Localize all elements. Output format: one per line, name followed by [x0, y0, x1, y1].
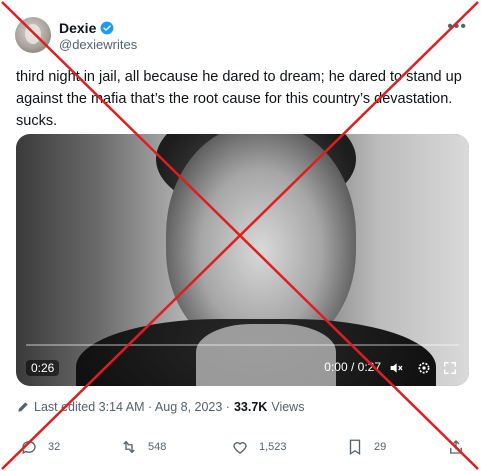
retweet-icon — [123, 440, 135, 454]
share-icon — [450, 440, 462, 454]
settings-icon[interactable] — [415, 360, 433, 376]
tweet-meta: Last edited 3:14 AM · Aug 8, 2023 · 33.7… — [16, 400, 304, 414]
bookmark-button[interactable]: 29 — [346, 438, 386, 456]
reply-button[interactable]: 32 — [20, 438, 60, 456]
video-player[interactable]: 0:26 0:00 / 0:27 — [16, 134, 469, 386]
author-handle[interactable]: @dexiewrites — [59, 37, 137, 52]
like-button[interactable]: 1,523 — [231, 438, 287, 456]
retweet-count: 548 — [148, 441, 167, 453]
verified-badge-icon — [100, 21, 114, 35]
bookmark-icon — [349, 439, 361, 456]
like-icon — [233, 442, 247, 454]
bookmark-count: 29 — [374, 441, 387, 453]
reply-icon — [22, 441, 36, 454]
like-count: 1,523 — [259, 441, 287, 453]
video-progress-bar[interactable] — [26, 344, 459, 346]
action-bar: 32 548 1,523 29 — [0, 438, 481, 462]
reply-count: 32 — [48, 441, 61, 453]
retweet-button[interactable]: 548 — [120, 438, 166, 456]
edited-label[interactable]: Last edited 3:14 AM · Aug 8, 2023 · — [34, 400, 230, 414]
tweet-card: Dexie @dexiewrites ••• third night in ja… — [0, 0, 481, 471]
author-name[interactable]: Dexie — [59, 20, 96, 36]
views-count: 33.7K — [233, 400, 268, 414]
avatar[interactable] — [15, 17, 51, 53]
pencil-icon — [18, 402, 28, 412]
more-icon[interactable]: ••• — [447, 18, 467, 36]
mute-icon[interactable] — [387, 360, 405, 376]
author-row: Dexie — [59, 20, 114, 36]
video-duration-badge: 0:26 — [26, 360, 60, 376]
video-timecode: 0:00 / 0:27 — [324, 360, 381, 374]
share-button[interactable] — [447, 438, 465, 456]
fullscreen-icon[interactable] — [441, 360, 459, 376]
views-label: Views — [271, 400, 305, 414]
tweet-text: third night in jail, all because he dare… — [16, 69, 462, 129]
